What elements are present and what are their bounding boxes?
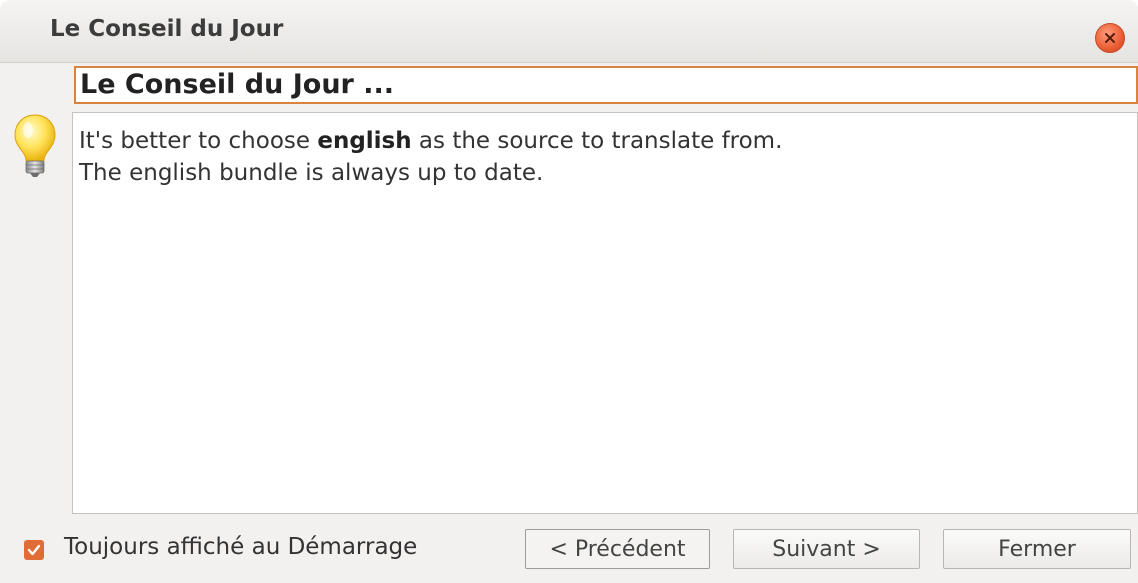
lightbulb-icon [14,114,56,177]
window-title: Le Conseil du Jour [50,16,284,42]
window-close-button[interactable] [1095,23,1125,53]
tip-line-2: The english bundle is always up to date. [79,160,544,186]
tip-heading-box: Le Conseil du Jour ... [74,66,1138,104]
show-on-startup-label[interactable]: Toujours affiché au Démarrage [64,534,417,560]
tip-bold-word: english [317,128,412,154]
previous-button[interactable]: < Précédent [525,529,710,569]
check-icon [27,544,41,556]
next-button[interactable]: Suivant > [733,529,920,569]
tip-text: It's better to choose english as the sou… [79,125,782,189]
tip-line-1: It's better to choose english as the sou… [79,128,783,154]
close-icon [1105,33,1115,43]
title-bar: Le Conseil du Jour [0,0,1138,63]
tip-heading: Le Conseil du Jour ... [80,69,395,100]
tip-content-area: It's better to choose english as the sou… [72,112,1138,514]
close-button[interactable]: Fermer [943,529,1131,569]
tip-of-the-day-dialog: Le Conseil du Jour Le Conseil du Jour ..… [0,0,1138,583]
show-on-startup-checkbox[interactable] [24,540,44,560]
